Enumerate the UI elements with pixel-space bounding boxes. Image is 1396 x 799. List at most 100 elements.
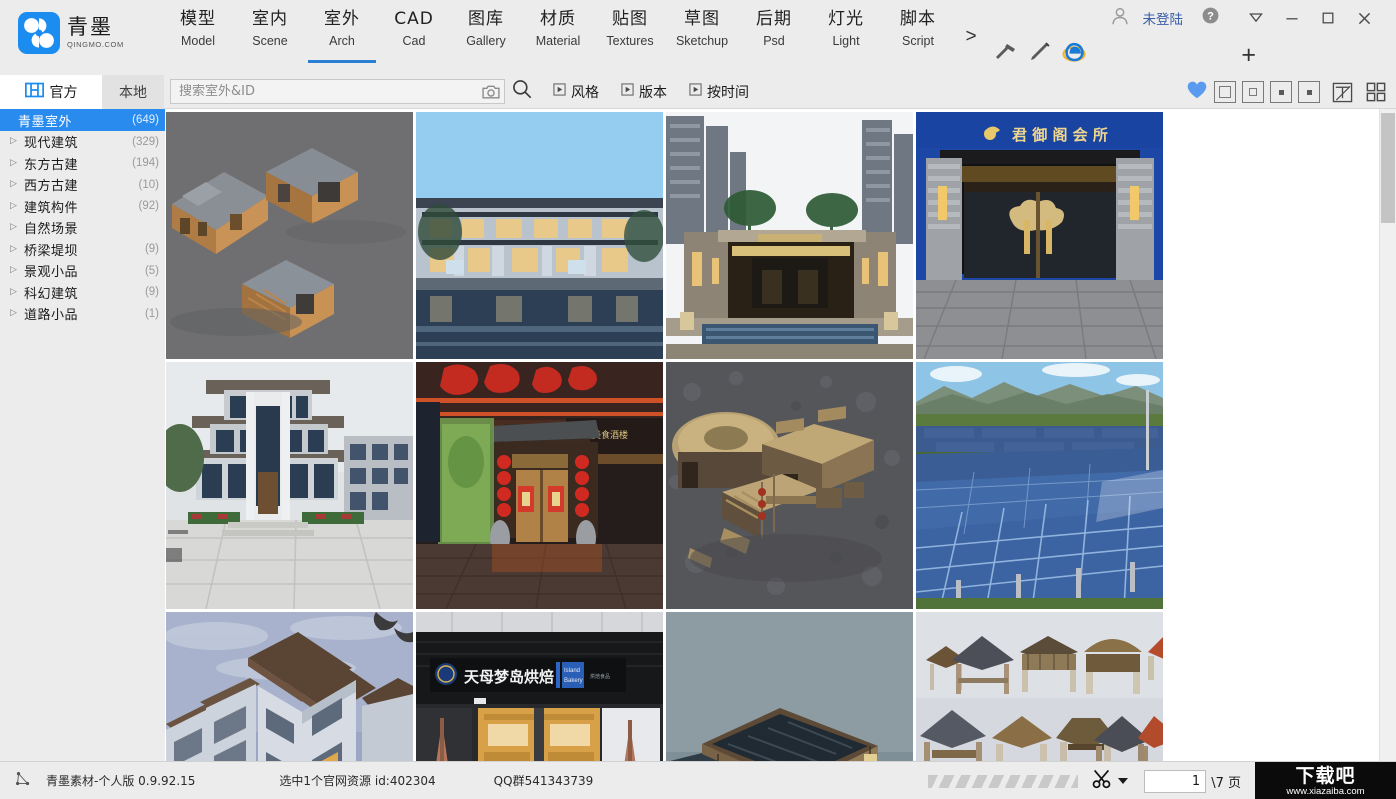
thumbnail-residential-gate-night[interactable] [666,112,913,359]
thumb-size-medium-button[interactable] [1270,81,1292,103]
top-bar: 青墨 QINGMO.COM 模型Model室内Scene室外ArchCADCad… [0,0,1396,75]
thumbnail-modern-villa-pool-render[interactable] [416,112,663,359]
sidebar-item-7[interactable]: ▷景观小品(5) [0,260,165,282]
expand-arrow-icon[interactable]: ▷ [10,309,24,318]
vertical-scrollbar[interactable] [1379,109,1396,761]
tab-label-cn: 图库 [468,8,504,30]
source-tab-official[interactable]: 官方 [0,75,102,109]
search-toolbar: 官方 本地 风格 版本 按时间 [0,75,1396,109]
expand-arrow-icon[interactable]: ▷ [10,159,24,168]
filter-button-1[interactable]: 版本 [621,82,667,102]
thumbnail-neoclassical-entrance[interactable] [166,362,413,609]
tab-sketchup[interactable]: 草图Sketchup [666,0,738,75]
thumb-size-large-button[interactable] [1242,81,1264,103]
scissors-icon[interactable] [1092,769,1114,793]
scrollbar-thumb[interactable] [1381,113,1395,223]
tab-textures[interactable]: 贴图Textures [594,0,666,75]
thumbnail-wooden-cabins-render[interactable] [166,112,413,359]
tab-label-cn: 脚本 [900,8,936,30]
thumbnail-chinese-street-shopfront[interactable]: 品质美食酒楼 [416,362,663,609]
thumbnail-traditional-pavilion[interactable] [666,612,913,761]
tab-scene[interactable]: 室内Scene [234,0,306,75]
svg-text:君 御 阁 会 所: 君 御 阁 会 所 [1012,126,1108,144]
pencil-icon[interactable] [1028,40,1052,64]
expand-arrow-icon[interactable]: ▷ [10,288,24,297]
tab-label-en: Gallery [466,34,506,49]
expand-arrow-icon[interactable]: ▷ [10,266,24,275]
thumbnail-image [916,612,1163,761]
tab-light[interactable]: 灯光Light [810,0,882,75]
tab-cad[interactable]: CADCad [378,0,450,75]
main-body: 青墨室外(649)▷现代建筑(329)▷东方古建(194)▷西方古建(10)▷建… [0,109,1396,761]
tab-overflow-button[interactable]: > [954,0,988,75]
tab-label-cn: CAD [394,8,434,30]
sidebar-item-label: 景观小品 [24,261,145,280]
logo-text-en: QINGMO.COM [67,41,124,49]
tab-model[interactable]: 模型Model [162,0,234,75]
page-input[interactable] [1145,774,1200,789]
add-button[interactable]: + [1241,43,1256,68]
filter-button-2[interactable]: 按时间 [689,82,749,102]
thumbnail-image [666,112,913,359]
camera-icon[interactable] [482,84,500,100]
filter-play-icon [689,83,702,100]
hammer-icon[interactable] [994,40,1018,64]
search-input[interactable] [179,84,482,99]
sidebar-item-4[interactable]: ▷建筑构件(92) [0,196,165,218]
sidebar-item-5[interactable]: ▷自然场景 [0,217,165,239]
close-button[interactable] [1346,1,1382,35]
sidebar-item-2[interactable]: ▷东方古建(194) [0,153,165,175]
tab-label-en: Material [536,34,580,49]
source-tab-local[interactable]: 本地 [102,75,164,109]
sidebar-item-label: 西方古建 [24,175,139,194]
thumbnail-clubhouse-entrance-night[interactable]: 君 御 阁 会 所 [916,112,1163,359]
thumbnail-solar-panel-farm[interactable] [916,362,1163,609]
tab-psd[interactable]: 后期Psd [738,0,810,75]
sidebar-item-9[interactable]: ▷道路小品(1) [0,303,165,325]
svg-text:Island: Island [564,668,580,674]
thumbnail-thatched-hut-village[interactable] [666,362,913,609]
sidebar-item-label: 东方古建 [24,154,132,173]
account-area[interactable]: 未登陆 [1109,5,1184,32]
sidebar-item-count: (5) [145,265,165,277]
thumb-size-xlarge-button[interactable] [1214,81,1236,103]
thumbnail-pavilion-model-collection[interactable] [916,612,1163,761]
sidebar-item-6[interactable]: ▷桥梁堤坝(9) [0,239,165,261]
thumbnail-image: 品质美食酒楼 [416,362,663,609]
filter-button-0[interactable]: 风格 [553,82,599,102]
tab-gallery[interactable]: 图库 Gallery [450,0,522,75]
help-icon[interactable]: ? [1201,6,1220,30]
sidebar-item-1[interactable]: ▷现代建筑(329) [0,131,165,153]
tab-script[interactable]: 脚本Script [882,0,954,75]
minimize-button[interactable] [1274,1,1310,35]
heart-icon[interactable] [1186,80,1208,105]
expand-arrow-icon[interactable]: ▷ [10,137,24,146]
thumbnail-modern-chinese-villa[interactable] [166,612,413,761]
sidebar-item-0[interactable]: 青墨室外(649) [0,109,165,131]
svg-text:烘焙食品: 烘焙食品 [590,673,610,680]
tab-label-en: Textures [606,34,653,49]
expand-arrow-icon[interactable]: ▷ [10,202,24,211]
search-button[interactable] [505,75,539,109]
cut-dropdown-caret[interactable] [1118,778,1128,784]
filter-group: 风格 版本 按时间 [553,82,749,102]
watermark-url: www.xiazaiba.com [1286,786,1364,797]
tab-material[interactable]: 材质Material [522,0,594,75]
tab-label-cn: 草图 [684,8,720,30]
tab-arch[interactable]: 室外Arch [306,0,378,75]
titlebar-dropdown-button[interactable] [1238,1,1274,35]
maximize-button[interactable] [1310,1,1346,35]
detail-view-icon[interactable] [1330,80,1354,104]
expand-arrow-icon[interactable]: ▷ [10,180,24,189]
sidebar-item-3[interactable]: ▷西方古建(10) [0,174,165,196]
thumbnail-bakery-storefront[interactable]: 天母梦岛烘焙 IslandBakery 烘焙食品 [416,612,663,761]
expand-arrow-icon[interactable]: ▷ [10,223,24,232]
thumbnail-image [166,112,413,359]
thumb-size-small-button[interactable] [1298,81,1320,103]
expand-arrow-icon[interactable]: ▷ [10,245,24,254]
sidebar-item-8[interactable]: ▷科幻建筑(9) [0,282,165,304]
sidebar-item-count: (92) [139,200,165,212]
grid-view-icon[interactable] [1364,80,1388,104]
progress-stripes[interactable] [928,775,1078,788]
ie-browser-icon[interactable] [1062,40,1086,64]
